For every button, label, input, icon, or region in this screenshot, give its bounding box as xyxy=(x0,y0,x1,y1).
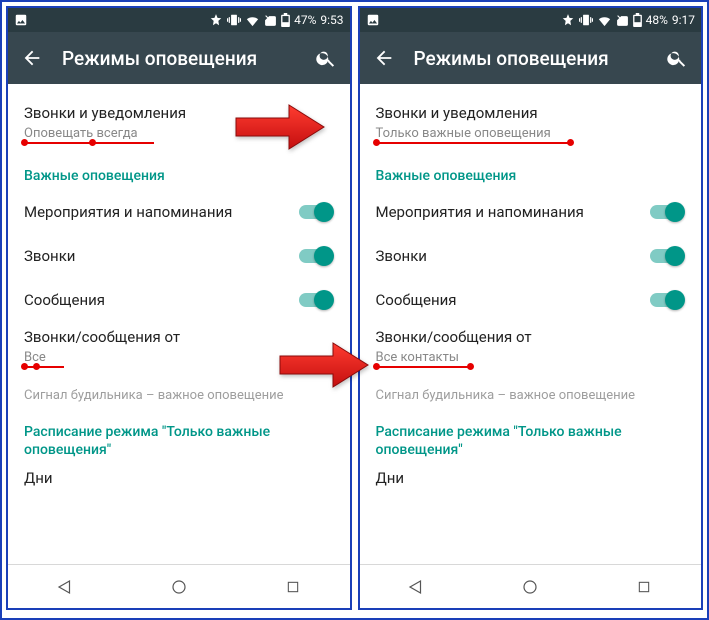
messages-row[interactable]: Сообщения xyxy=(376,278,686,322)
wifi-icon xyxy=(245,13,260,28)
section-important: Важные оповещения xyxy=(376,154,686,190)
nav-home[interactable] xyxy=(520,577,540,597)
item-sub: Оповещать всегда xyxy=(24,126,154,144)
item-title: Дни xyxy=(376,469,686,487)
events-toggle[interactable] xyxy=(649,202,685,222)
item-sub: Все контакты xyxy=(376,350,471,368)
phone-left: 47% 9:53 Режимы оповещения Звонки и увед… xyxy=(6,6,352,610)
item-title: Дни xyxy=(24,469,334,487)
alarm-note: Сигнал будильника – важное оповещение xyxy=(24,378,334,409)
item-title: Звонки/сообщения от xyxy=(24,328,334,346)
days-item[interactable]: Дни xyxy=(24,465,334,497)
nav-back[interactable] xyxy=(406,577,426,597)
content: Звонки и уведомления Оповещать всегда Ва… xyxy=(8,84,350,564)
row-label: Мероприятия и напоминания xyxy=(24,203,232,221)
image-icon xyxy=(366,13,380,27)
calls-toggle[interactable] xyxy=(649,246,685,266)
status-bar: 48% 9:17 xyxy=(360,8,702,32)
section-schedule: Расписание режима "Только важные оповеще… xyxy=(24,409,334,465)
item-sub: Все xyxy=(24,350,64,368)
events-toggle[interactable] xyxy=(298,202,334,222)
app-bar: Режимы оповещения xyxy=(8,32,350,84)
no-sim-icon xyxy=(264,14,277,27)
vibrate-icon xyxy=(579,13,593,27)
messages-row[interactable]: Сообщения xyxy=(24,278,334,322)
alarm-note: Сигнал будильника – важное оповещение xyxy=(376,378,686,409)
page-title: Режимы оповещения xyxy=(414,47,648,70)
nav-bar xyxy=(360,564,702,608)
nav-recent[interactable] xyxy=(283,577,303,597)
calls-row[interactable]: Звонки xyxy=(376,234,686,278)
time: 9:17 xyxy=(672,13,695,27)
days-item[interactable]: Дни xyxy=(376,465,686,497)
battery-icon xyxy=(633,13,642,27)
search-button[interactable] xyxy=(665,46,689,70)
battery-percent: 48% xyxy=(646,13,668,27)
calls-row[interactable]: Звонки xyxy=(24,234,334,278)
nav-recent[interactable] xyxy=(634,577,654,597)
page-title: Режимы оповещения xyxy=(62,47,296,70)
from-item[interactable]: Звонки/сообщения от Все контакты xyxy=(376,322,686,378)
vibrate-icon xyxy=(227,13,241,27)
search-button[interactable] xyxy=(314,46,338,70)
row-label: Мероприятия и напоминания xyxy=(376,203,584,221)
row-label: Сообщения xyxy=(24,291,105,309)
star-icon xyxy=(561,13,575,27)
calls-toggle[interactable] xyxy=(298,246,334,266)
time: 9:53 xyxy=(320,13,343,27)
calls-notifications-item[interactable]: Звонки и уведомления Только важные опове… xyxy=(376,94,686,154)
battery-icon xyxy=(281,13,290,27)
from-item[interactable]: Звонки/сообщения от Все xyxy=(24,322,334,378)
phone-right: 48% 9:17 Режимы оповещения Звонки и увед… xyxy=(358,6,704,610)
back-button[interactable] xyxy=(20,46,44,70)
back-button[interactable] xyxy=(372,46,396,70)
messages-toggle[interactable] xyxy=(649,290,685,310)
app-bar: Режимы оповещения xyxy=(360,32,702,84)
nav-home[interactable] xyxy=(169,577,189,597)
item-title: Звонки и уведомления xyxy=(24,104,334,122)
star-icon xyxy=(209,13,223,27)
content: Звонки и уведомления Только важные опове… xyxy=(360,84,702,564)
item-sub: Только важные оповещения xyxy=(376,126,571,144)
item-title: Звонки и уведомления xyxy=(376,104,686,122)
status-bar: 47% 9:53 xyxy=(8,8,350,32)
nav-back[interactable] xyxy=(55,577,75,597)
section-important: Важные оповещения xyxy=(24,154,334,190)
row-label: Звонки xyxy=(24,247,75,265)
events-row[interactable]: Мероприятия и напоминания xyxy=(376,190,686,234)
row-label: Звонки xyxy=(376,247,427,265)
no-sim-icon xyxy=(616,14,629,27)
nav-bar xyxy=(8,564,350,608)
messages-toggle[interactable] xyxy=(298,290,334,310)
image-icon xyxy=(14,13,28,27)
row-label: Сообщения xyxy=(376,291,457,309)
battery-percent: 47% xyxy=(294,13,316,27)
events-row[interactable]: Мероприятия и напоминания xyxy=(24,190,334,234)
item-title: Звонки/сообщения от xyxy=(376,328,686,346)
calls-notifications-item[interactable]: Звонки и уведомления Оповещать всегда xyxy=(24,94,334,154)
wifi-icon xyxy=(597,13,612,28)
section-schedule: Расписание режима "Только важные оповеще… xyxy=(376,409,686,465)
